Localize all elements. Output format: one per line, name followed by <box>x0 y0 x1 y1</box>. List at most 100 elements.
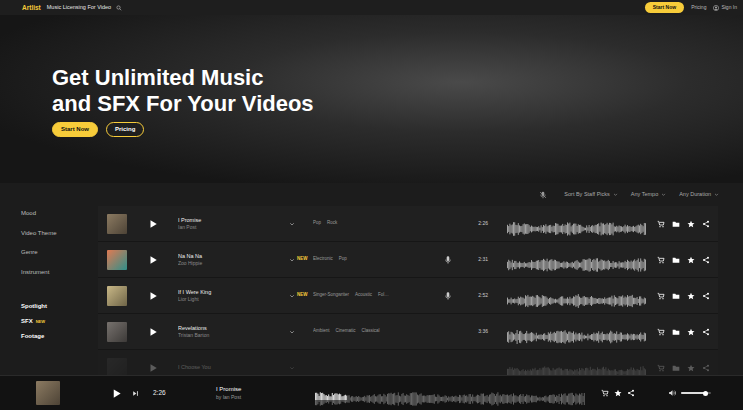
album-cover[interactable] <box>107 358 127 376</box>
star-icon[interactable] <box>687 328 695 336</box>
search-icon[interactable] <box>116 5 122 11</box>
player-waveform[interactable] <box>315 386 585 400</box>
cart-icon[interactable] <box>657 256 665 264</box>
track-artist[interactable]: Zoo Hippie <box>178 260 286 267</box>
filter-label[interactable]: Any Tempo <box>631 190 658 198</box>
track-tag[interactable]: Classical <box>362 328 380 335</box>
waveform[interactable] <box>507 289 646 303</box>
album-cover[interactable] <box>107 322 127 342</box>
player-artist[interactable]: by Ian Post <box>216 394 306 401</box>
track-title[interactable]: I Choose You <box>178 364 286 371</box>
track-tag[interactable]: Pop <box>313 220 321 227</box>
hero-outline-button[interactable]: Pricing <box>106 122 144 137</box>
star-icon[interactable] <box>687 220 695 228</box>
folder-icon[interactable] <box>672 364 680 372</box>
track-tag[interactable]: Ambient <box>313 328 330 335</box>
sidebar-link-label[interactable]: Footage <box>21 329 44 344</box>
track-row[interactable]: I PromiseIan PostPopRock2:26 <box>98 206 718 242</box>
chevron-down-icon[interactable] <box>661 192 666 197</box>
track-artist[interactable]: Tristan Barton <box>178 332 286 339</box>
start-now-button[interactable]: Start Now <box>645 2 684 13</box>
folder-icon[interactable] <box>672 328 680 336</box>
track-tag[interactable]: Rock <box>327 220 337 227</box>
folder-icon[interactable] <box>672 220 680 228</box>
share-icon[interactable] <box>702 220 710 228</box>
filter-dropdown[interactable]: Any Tempo <box>631 190 666 198</box>
waveform[interactable] <box>507 253 646 267</box>
sidebar-link[interactable]: SFXNEW <box>21 314 98 329</box>
share-icon[interactable] <box>702 364 710 372</box>
sign-in-label[interactable]: Sign In <box>721 4 737 12</box>
track-tag[interactable]: Singer-Songwriter <box>313 292 349 299</box>
cart-icon[interactable] <box>601 389 609 397</box>
track-title[interactable]: If I Were King <box>178 289 286 296</box>
share-icon[interactable] <box>627 389 635 397</box>
album-cover[interactable] <box>107 286 127 306</box>
track-artist[interactable]: Lior Light <box>178 296 286 303</box>
expand-chevron-icon[interactable] <box>289 329 295 335</box>
track-tag[interactable]: Pop <box>339 256 347 263</box>
share-icon[interactable] <box>702 292 710 300</box>
cart-icon[interactable] <box>657 328 665 336</box>
track-row[interactable]: RevelationsTristan Barton Ambient Cinemati… <box>98 314 718 350</box>
waveform[interactable] <box>507 325 646 339</box>
folder-icon[interactable] <box>672 292 680 300</box>
volume-slider[interactable] <box>681 392 711 394</box>
filter-dropdown[interactable]: Any Duration <box>679 190 719 198</box>
player-title[interactable]: I Promise <box>216 386 306 394</box>
star-icon[interactable] <box>687 364 695 372</box>
sidebar-link-label[interactable]: Spotlight <box>21 299 47 314</box>
play-icon[interactable] <box>148 327 158 337</box>
filter-label[interactable]: Sort By Staff Picks <box>564 190 609 198</box>
track-tag[interactable]: Fol… <box>378 292 389 299</box>
expand-chevron-icon[interactable] <box>289 221 295 227</box>
filter-dropdown[interactable]: Sort By Staff Picks <box>564 190 617 198</box>
track-artist[interactable]: Ian Post <box>178 224 286 231</box>
share-icon[interactable] <box>702 256 710 264</box>
star-icon[interactable] <box>614 389 622 397</box>
sidebar-item[interactable]: Instrument <box>21 263 98 283</box>
play-icon[interactable] <box>148 363 158 373</box>
cart-icon[interactable] <box>657 292 665 300</box>
sidebar-link-label[interactable]: SFX <box>21 314 33 329</box>
filter-label[interactable]: Any Duration <box>679 190 711 198</box>
sidebar-item[interactable]: Mood <box>21 206 98 224</box>
cart-icon[interactable] <box>657 364 665 372</box>
star-icon[interactable] <box>687 256 695 264</box>
play-icon[interactable] <box>111 388 122 399</box>
hero-primary-button[interactable]: Start Now <box>52 122 98 137</box>
track-tag[interactable]: Electronic <box>313 256 333 263</box>
track-row[interactable]: If I Were KingLior LightNEWSinger-Songwr… <box>98 278 718 314</box>
play-icon[interactable] <box>148 219 158 229</box>
chevron-down-icon[interactable] <box>714 192 719 197</box>
waveform[interactable] <box>507 217 646 231</box>
sidebar-item[interactable]: Video Theme <box>21 224 98 244</box>
track-row[interactable]: Na Na NaZoo HippieNEWElectronicPop2:31 <box>98 242 718 278</box>
album-cover[interactable] <box>107 214 127 234</box>
play-icon[interactable] <box>148 291 158 301</box>
expand-chevron-icon[interactable] <box>289 365 295 371</box>
pricing-link[interactable]: Pricing <box>691 4 706 12</box>
sidebar-link[interactable]: Footage <box>21 329 98 344</box>
vocals-filter-icon[interactable] <box>539 191 547 199</box>
next-track-icon[interactable] <box>132 390 139 397</box>
track-tag[interactable]: Acoustic <box>355 292 372 299</box>
volume-icon[interactable] <box>668 389 677 397</box>
sign-in-link[interactable]: Sign In <box>713 4 737 12</box>
expand-chevron-icon[interactable] <box>289 293 295 299</box>
chevron-down-icon[interactable] <box>613 192 618 197</box>
track-title[interactable]: Na Na Na <box>178 253 286 260</box>
sidebar-item[interactable]: Genre <box>21 243 98 263</box>
album-cover[interactable] <box>107 250 127 270</box>
play-icon[interactable] <box>148 255 158 265</box>
waveform[interactable] <box>507 361 646 375</box>
track-tag[interactable]: Cinematic <box>336 328 356 335</box>
artlist-logo[interactable]: Artlist <box>22 3 41 13</box>
folder-icon[interactable] <box>672 256 680 264</box>
track-title[interactable]: I Promise <box>178 217 286 224</box>
track-row[interactable]: I Choose You <box>98 350 718 375</box>
share-icon[interactable] <box>702 328 710 336</box>
cart-icon[interactable] <box>657 220 665 228</box>
track-title[interactable]: Revelations <box>178 325 286 332</box>
expand-chevron-icon[interactable] <box>289 257 295 263</box>
